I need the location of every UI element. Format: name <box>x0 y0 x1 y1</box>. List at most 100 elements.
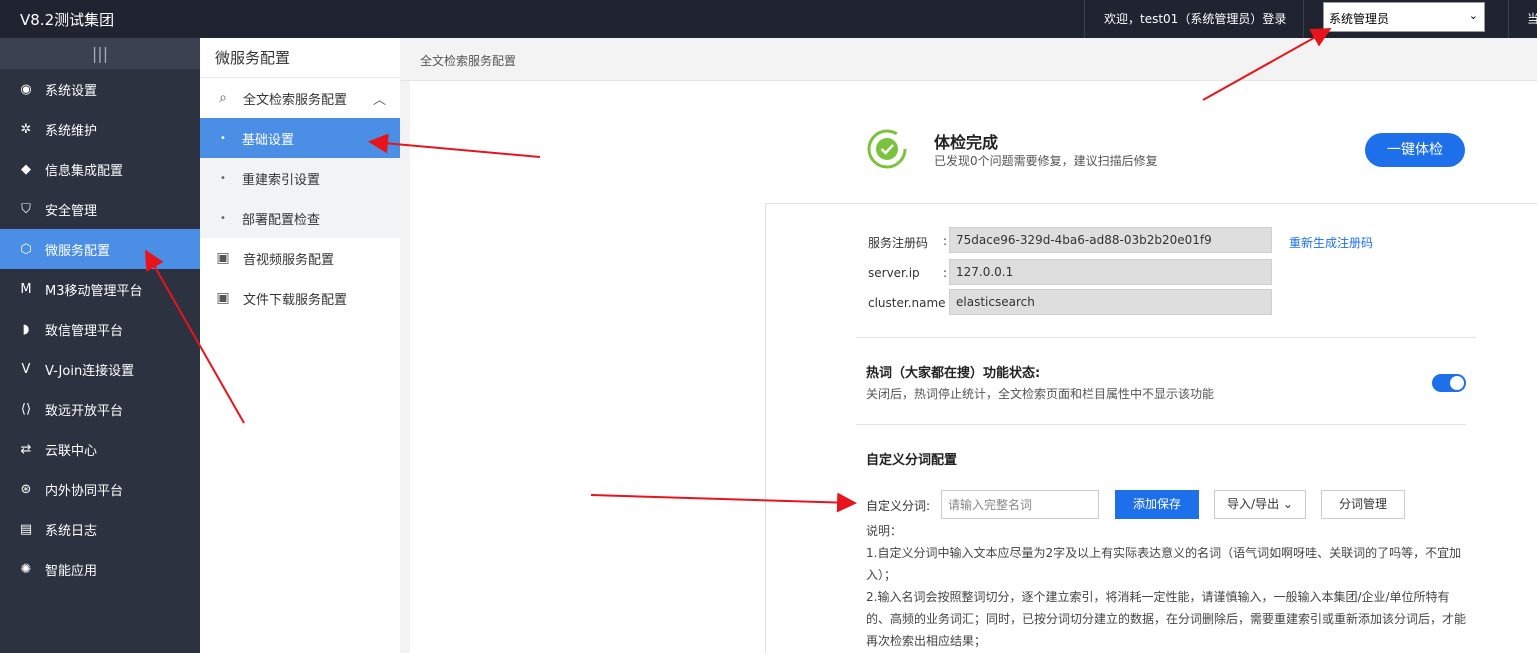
sidebar-item[interactable]: ◗ 致信管理平台 <box>0 309 200 349</box>
sidebar-item-label: 云联中心 <box>45 443 98 459</box>
hexagon-icon: ⬡ <box>20 241 32 257</box>
sidebar-item-label: 致信管理平台 <box>45 323 124 339</box>
sidebar-item-label: M3移动管理平台 <box>45 283 143 299</box>
sidebar-collapse-toggle[interactable]: ||| <box>0 38 200 69</box>
chevron-up-icon[interactable]: ︿ <box>373 89 386 108</box>
regenerate-code-link[interactable]: 重新生成注册码 <box>1289 234 1373 251</box>
server-ip-field: 127.0.0.1 <box>949 259 1272 285</box>
submenu-item-label: 重建索引设置 <box>242 172 321 188</box>
hotword-title: 热词（大家都在搜）功能状态: <box>866 366 1041 381</box>
vjoin-icon: V <box>21 361 31 377</box>
cloud-link-icon: ⇄ <box>20 441 32 457</box>
code-icon: ⟨⟩ <box>20 401 32 417</box>
sidebar-item[interactable]: ⛉ 安全管理 <box>0 189 200 229</box>
folder-gear-icon: ▣ <box>216 250 230 266</box>
bulb-icon: ✺ <box>20 561 32 577</box>
sidebar-item-label: 微服务配置 <box>45 243 111 259</box>
submenu-item-deploy-check[interactable]: • 部署配置检查 <box>200 198 400 238</box>
chat-icon: ◗ <box>22 321 30 337</box>
sidebar-item[interactable]: ✺ 智能应用 <box>0 549 200 589</box>
one-click-check-button[interactable]: 一键体检 <box>1365 133 1465 167</box>
sidebar-item[interactable]: ✲ 系统维护 <box>0 109 200 149</box>
chevron-down-icon: ⌄ <box>1282 497 1293 511</box>
shield-icon: ⛉ <box>21 201 31 217</box>
sidebar-item-label: 智能应用 <box>45 563 98 579</box>
sidebar-item[interactable]: ⬡ 微服务配置 <box>0 229 200 269</box>
sidebar: ||| ◉ 系统设置 ✲ 系统维护 ◆ 信息集成配置 ⛉ 安全管理 ⬡ 微服务配置 M M3移动管理平… <box>0 38 200 653</box>
main-panel: 体检完成 已发现0个问题需要修复，建议扫描后修复 一键体检 服务注册码 : 75… <box>410 81 1537 653</box>
sidebar-item[interactable]: ⊛ 内外协同平台 <box>0 469 200 509</box>
cluster-name-label: cluster.name <box>868 296 946 310</box>
sidebar-item[interactable]: ⇄ 云联中心 <box>0 429 200 469</box>
add-save-button[interactable]: 添加保存 <box>1115 490 1199 519</box>
health-subtitle: 已发现0个问题需要修复，建议扫描后修复 <box>934 154 1158 168</box>
custom-word-label: 自定义分词: <box>866 499 931 513</box>
role-select[interactable]: 系统管理员 ⌄ <box>1323 2 1485 32</box>
sidebar-item[interactable]: ◆ 信息集成配置 <box>0 149 200 189</box>
submenu-title: 微服务配置 <box>200 38 400 78</box>
bullet-icon: • <box>220 212 226 224</box>
sidebar-item[interactable]: ◉ 系统设置 <box>0 69 200 109</box>
welcome-text: 欢迎，test01（系统管理员）登录 <box>1104 12 1287 26</box>
log-icon: ▤ <box>19 521 33 537</box>
submenu-item-label: 基础设置 <box>242 132 295 148</box>
sidebar-item-label: 系统设置 <box>45 83 98 99</box>
submenu-item-label: 部署配置检查 <box>242 212 321 228</box>
reg-code-field: 75dace96-329d-4ba6-ad88-03b2b20e01f9 <box>949 227 1272 253</box>
dashboard-icon: ◉ <box>20 81 32 97</box>
topbar-divider <box>1084 0 1085 38</box>
sidebar-item-label: 致远开放平台 <box>45 403 124 419</box>
notes-block: 说明： 1.自定义分词中输入文本应尽量为2字及以上有实际表达意义的名词（语气词如… <box>866 520 1466 652</box>
config-card: 服务注册码 : 75dace96-329d-4ba6-ad88-03b2b20e… <box>765 203 1537 653</box>
sidebar-item-label: 系统维护 <box>45 123 98 139</box>
submenu-item-label: 文件下载服务配置 <box>243 292 348 308</box>
sidebar-item[interactable]: M M3移动管理平台 <box>0 269 200 309</box>
import-export-button[interactable]: 导入/导出 ⌄ <box>1214 490 1306 519</box>
topbar-divider <box>1508 0 1509 38</box>
colon: : <box>943 266 948 280</box>
divider <box>856 424 1466 425</box>
gear-icon: ✲ <box>20 121 32 137</box>
custom-word-input[interactable] <box>941 490 1099 519</box>
submenu-group-label: 全文检索服务配置 <box>243 92 348 108</box>
topbar-extra-text[interactable]: 当 <box>1527 10 1537 27</box>
health-check-icon <box>867 129 907 169</box>
sidebar-item-label: 安全管理 <box>45 203 98 219</box>
sidebar-item-label: V-Join连接设置 <box>45 363 135 379</box>
custom-words-title: 自定义分词配置 <box>866 453 958 468</box>
breadcrumb: 全文检索服务配置 <box>420 54 517 68</box>
bullet-icon: • <box>220 132 226 144</box>
sidebar-item[interactable]: ▤ 系统日志 <box>0 509 200 549</box>
submenu-item-rebuild-index[interactable]: • 重建索引设置 <box>200 158 400 198</box>
reg-code-label: 服务注册码 <box>868 236 929 250</box>
submenu-item-basic-settings[interactable]: • 基础设置 <box>200 118 400 158</box>
sidebar-item[interactable]: ⟨⟩ 致远开放平台 <box>0 389 200 429</box>
topbar-divider <box>1303 0 1304 38</box>
submenu-item-file-download[interactable]: ▣ 文件下载服务配置 <box>200 278 400 318</box>
sidebar-item-label: 系统日志 <box>45 523 98 539</box>
sidebar-item-label: 内外协同平台 <box>45 483 124 499</box>
hotword-toggle[interactable] <box>1432 374 1466 392</box>
breadcrumb-bar: 全文检索服务配置 <box>400 38 1537 81</box>
submenu-item-av-service[interactable]: ▣ 音视频服务配置 <box>200 238 400 278</box>
sidebar-item[interactable]: V V-Join连接设置 <box>0 349 200 389</box>
server-ip-label: server.ip <box>868 266 920 280</box>
hotword-desc: 关闭后，热词停止统计，全文检索页面和栏目属性中不显示该功能 <box>866 387 1215 401</box>
import-export-label: 导入/导出 <box>1227 497 1280 511</box>
m3-logo-icon: M <box>20 281 32 297</box>
folder-gear-icon: ▣ <box>216 290 230 306</box>
word-manage-button[interactable]: 分词管理 <box>1321 490 1405 519</box>
collab-icon: ⊛ <box>20 481 32 497</box>
puzzle-icon: ◆ <box>21 161 31 177</box>
bullet-icon: • <box>220 172 226 184</box>
submenu-group-fulltext[interactable]: ⌕ 全文检索服务配置 ︿ <box>200 78 400 118</box>
divider <box>856 337 1476 338</box>
chevron-down-icon: ⌄ <box>1468 9 1478 22</box>
role-select-value: 系统管理员 <box>1329 12 1390 26</box>
sidebar-item-label: 信息集成配置 <box>45 163 124 179</box>
cluster-name-field: elasticsearch <box>949 289 1272 315</box>
top-bar: V8.2测试集团 欢迎，test01（系统管理员）登录 系统管理员 ⌄ 当 <box>0 0 1537 38</box>
note-item: 1.自定义分词中输入文本应尽量为2字及以上有实际表达意义的名词（语气词如啊呀哇、… <box>866 546 1462 582</box>
notes-title: 说明： <box>866 524 903 538</box>
note-item: 2.输入名词会按照整词切分，逐个建立索引，将消耗一定性能，请谨慎输入，一般输入本… <box>866 590 1467 648</box>
